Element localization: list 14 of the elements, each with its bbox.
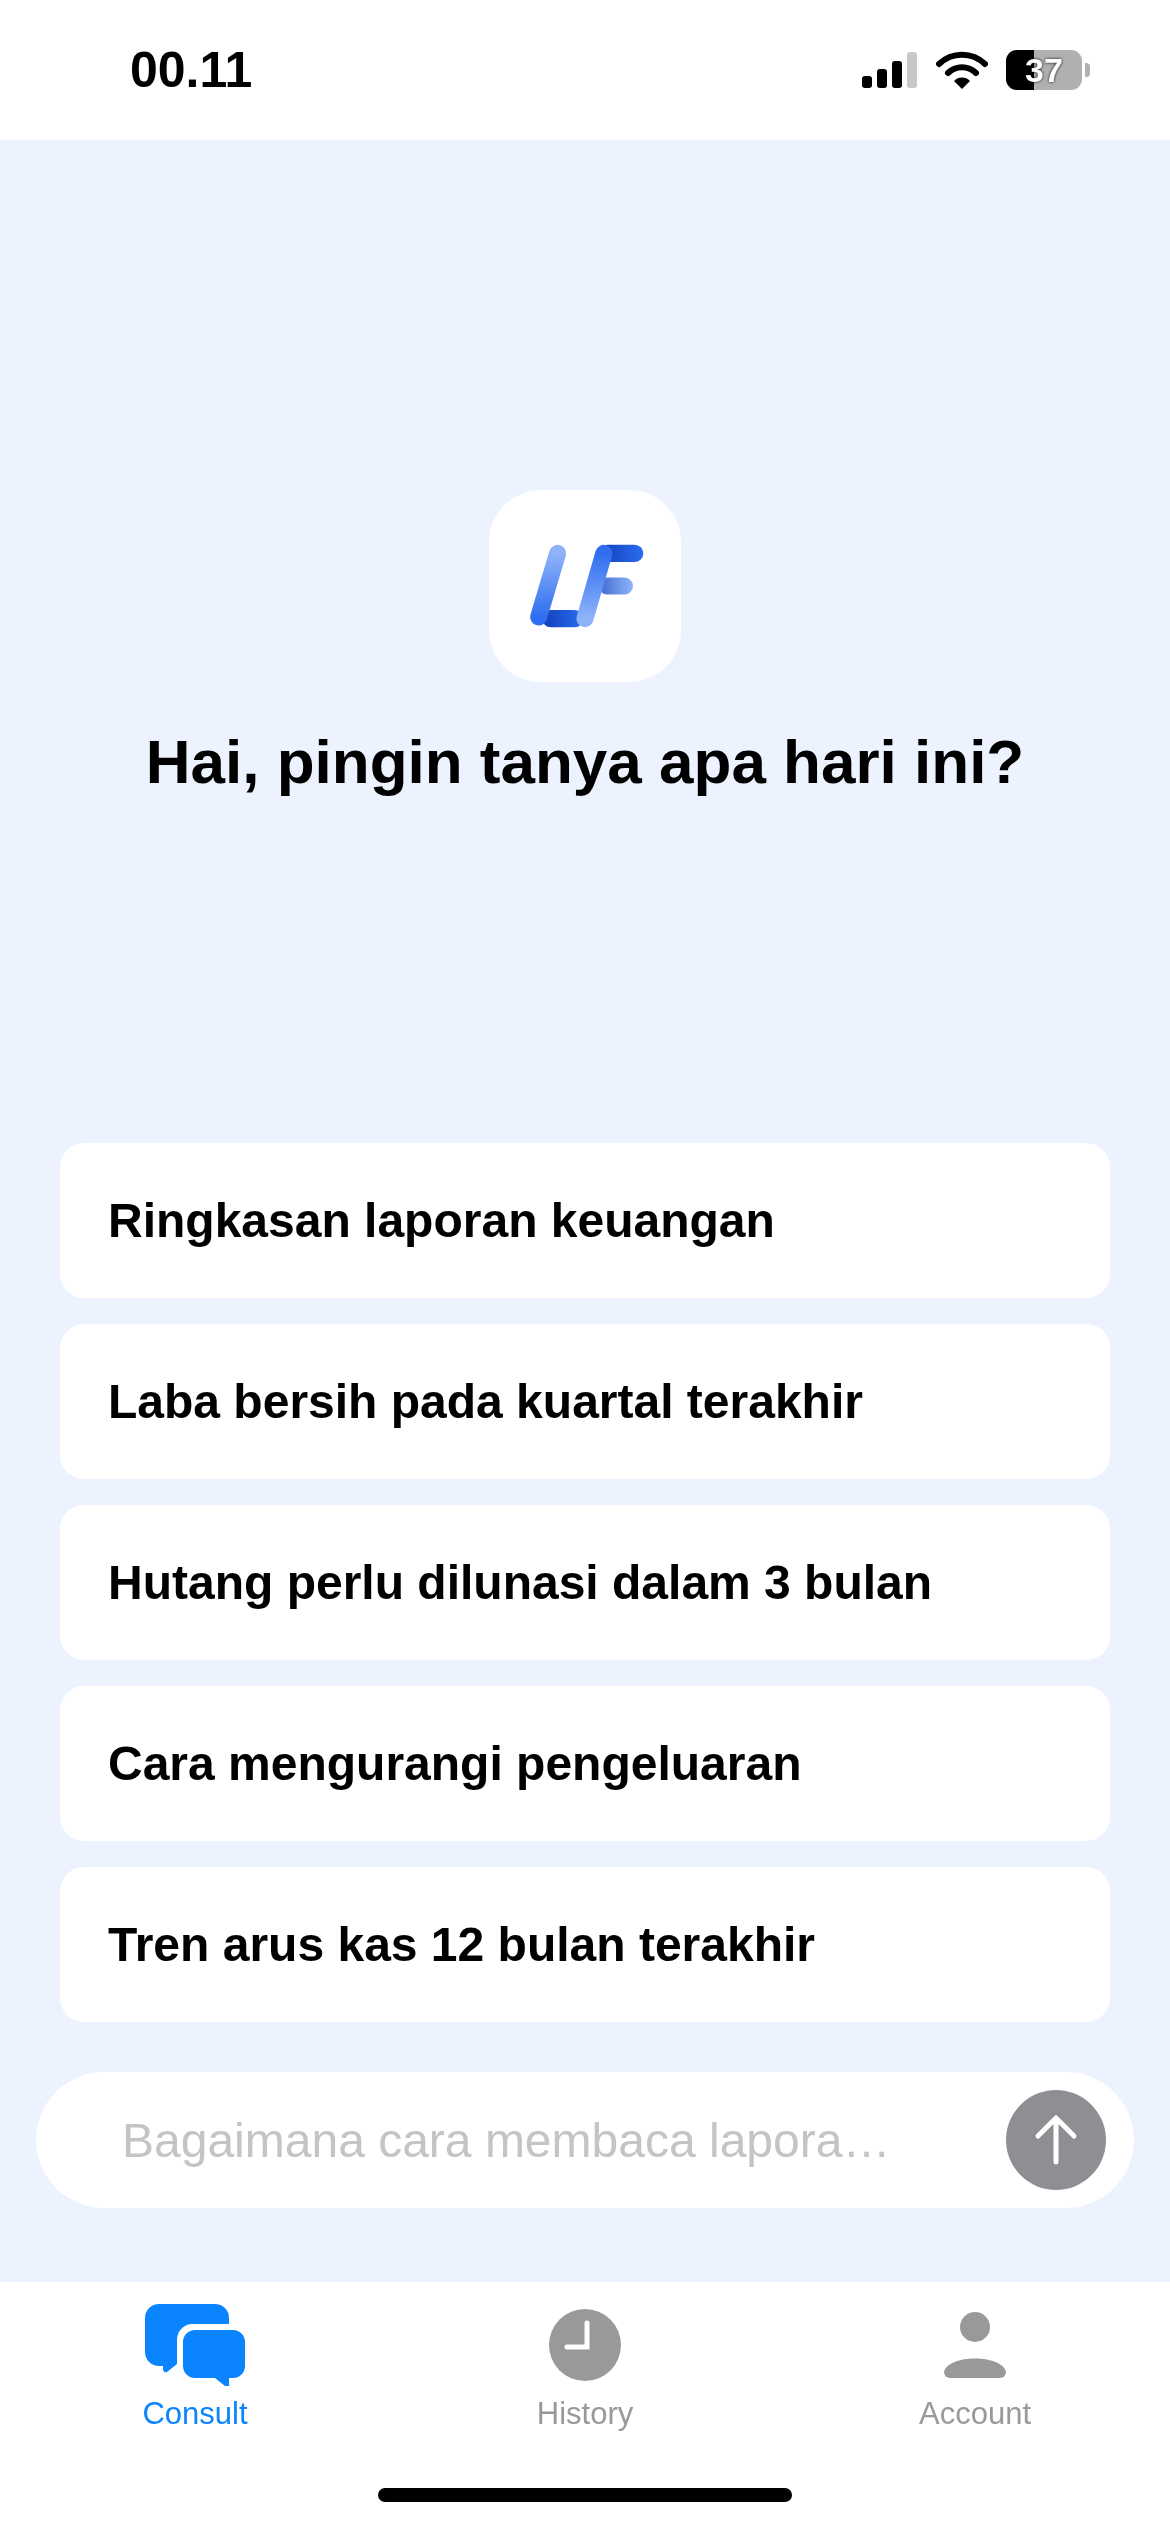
suggestion-button[interactable]: Cara mengurangi pengeluaran <box>60 1686 1110 1841</box>
suggestion-button[interactable]: Tren arus kas 12 bulan terakhir <box>60 1867 1110 2022</box>
chat-bubbles-icon <box>145 2304 245 2386</box>
suggestion-button[interactable]: Ringkasan laporan keuangan <box>60 1143 1110 1298</box>
signal-icon <box>862 52 918 88</box>
message-bar[interactable]: Bagaimana cara membaca lapora… <box>36 2072 1134 2208</box>
message-field[interactable]: Bagaimana cara membaca lapora… <box>120 2111 1006 2169</box>
suggestion-button[interactable]: Laba bersih pada kuartal terakhir <box>60 1324 1110 1479</box>
arrow-up-icon <box>1034 2114 1078 2166</box>
greeting-heading: Hai, pingin tanya apa hari ini? <box>145 726 1025 797</box>
wifi-icon <box>936 50 988 90</box>
suggestion-button[interactable]: Hutang perlu dilunasi dalam 3 bulan <box>60 1505 1110 1660</box>
status-time: 00.11 <box>130 41 253 99</box>
nav-tab[interactable]: Consult <box>75 2304 315 2432</box>
